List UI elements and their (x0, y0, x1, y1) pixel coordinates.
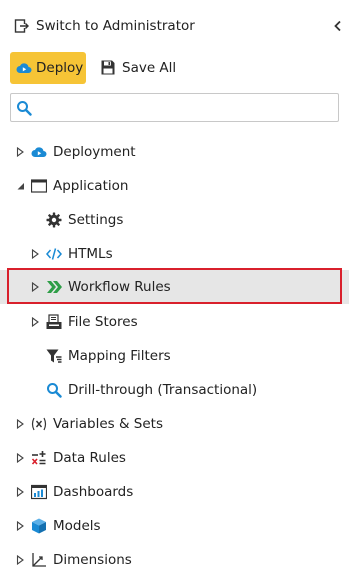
file-store-icon (46, 314, 62, 329)
tree-item-label: Deployment (53, 144, 136, 160)
expand-triangle-icon[interactable] (16, 453, 25, 463)
dashboard-icon (31, 484, 47, 500)
code-icon (46, 248, 62, 260)
navigation-panel: Switch to Administrator Deploy Save All (0, 0, 349, 581)
tree-item-variables-sets[interactable]: Variables & Sets (0, 407, 349, 441)
magnifier-icon (47, 383, 62, 398)
workflow-chevrons-icon (47, 281, 62, 293)
tree-item-dashboards[interactable]: Dashboards (0, 475, 349, 509)
data-rules-icon (31, 451, 46, 465)
floppy-disk-icon (101, 60, 115, 75)
filter-icon (46, 349, 62, 363)
tree-item-workflow-rules[interactable]: Workflow Rules (0, 270, 349, 304)
tree-item-label: Application (53, 178, 129, 194)
cube-icon (32, 518, 46, 534)
chevron-left-icon[interactable] (333, 20, 343, 32)
deploy-label: Deploy (36, 60, 84, 76)
switch-to-administrator-label: Switch to Administrator (36, 18, 195, 34)
tree-item-file-stores[interactable]: File Stores (0, 305, 349, 339)
tree-item-label: Settings (68, 212, 124, 228)
search-box (10, 93, 339, 122)
expand-triangle-icon[interactable] (16, 419, 25, 429)
expand-triangle-icon[interactable] (31, 317, 40, 327)
tree-item-label: HTMLs (68, 246, 113, 262)
tree-item-drill-through[interactable]: Drill-through (Transactional) (0, 373, 349, 407)
tree-item-label: Data Rules (53, 450, 126, 466)
tree-item-label: Dimensions (53, 552, 132, 568)
toolbar: Deploy Save All (0, 52, 349, 84)
save-all-label: Save All (122, 60, 177, 76)
tree-item-htmls[interactable]: HTMLs (0, 237, 349, 271)
axis-icon (32, 553, 46, 567)
expand-triangle-icon[interactable] (31, 282, 40, 292)
tree-item-label: Variables & Sets (53, 416, 164, 432)
tree-item-application[interactable]: Application (0, 169, 349, 203)
cloud-upload-icon (16, 63, 32, 73)
tree-item-label: Models (53, 518, 101, 534)
window-icon (31, 179, 47, 193)
variable-x-icon (31, 417, 47, 431)
gear-icon (46, 212, 62, 228)
tree-item-settings[interactable]: Settings (0, 203, 349, 237)
tree-item-label: Dashboards (53, 484, 134, 500)
deploy-button[interactable]: Deploy (10, 52, 86, 84)
expand-triangle-icon[interactable] (16, 147, 25, 157)
search-icon (17, 101, 32, 116)
expand-triangle-icon[interactable] (16, 555, 25, 565)
collapse-triangle-icon[interactable] (16, 181, 25, 191)
save-all-button[interactable]: Save All (98, 52, 188, 84)
expand-triangle-icon[interactable] (16, 487, 25, 497)
tree-item-data-rules[interactable]: Data Rules (0, 441, 349, 475)
tree-item-label: Mapping Filters (68, 348, 171, 364)
search-input[interactable] (37, 97, 333, 118)
switch-user-icon (14, 19, 29, 33)
switch-to-administrator-row[interactable]: Switch to Administrator (0, 8, 349, 44)
tree-item-mapping-filters[interactable]: Mapping Filters (0, 339, 349, 373)
tree-item-label: Drill-through (Transactional) (68, 382, 258, 398)
tree-item-label: Workflow Rules (68, 279, 171, 295)
expand-triangle-icon[interactable] (16, 521, 25, 531)
tree-item-deployment[interactable]: Deployment (0, 135, 349, 169)
tree-item-dimensions[interactable]: Dimensions (0, 543, 349, 577)
tree-item-models[interactable]: Models (0, 509, 349, 543)
tree-item-label: File Stores (68, 314, 138, 330)
deployment-cloud-icon (31, 147, 47, 157)
expand-triangle-icon[interactable] (31, 249, 40, 259)
